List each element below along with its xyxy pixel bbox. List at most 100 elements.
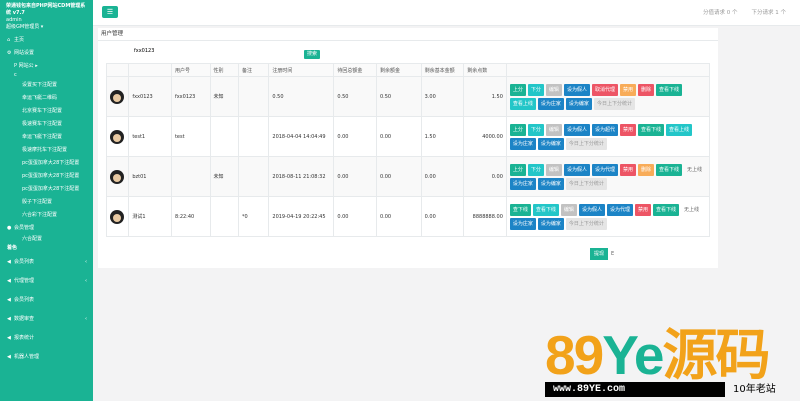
row-action-button[interactable]: 删除 <box>637 83 654 96</box>
sidebar-subitem[interactable]: 六合彩下注配置 <box>0 208 93 221</box>
row-action-button[interactable]: 设为假人 <box>563 123 590 136</box>
row-action-button[interactable]: 下分 <box>527 163 544 176</box>
row-action-button[interactable]: 今日上下分统计 <box>565 137 607 150</box>
cell-points: 0.00 <box>463 156 507 197</box>
row-action-button[interactable]: 下分 <box>527 123 544 136</box>
row-action-button[interactable]: 下分 <box>527 83 544 96</box>
sidebar-item-menu[interactable]: ◀ 机器人管理 <box>0 347 93 366</box>
row-action-button[interactable]: 今日上下分统计 <box>565 177 607 190</box>
pagination: 提现 E <box>590 248 614 260</box>
row-action-button[interactable]: 上分 <box>509 83 526 96</box>
row-action-button[interactable]: 设为庄家 <box>537 97 564 110</box>
row-action-button[interactable]: 查看下线 <box>656 83 683 96</box>
row-action-button[interactable]: 编辑 <box>560 203 577 216</box>
cell-register-time: 2018-04-04 14:04:49 <box>268 116 335 157</box>
row-action-button[interactable]: 查看下线 <box>532 203 559 216</box>
sidebar-subitem[interactable]: pc蛋蛋加拿大28下注配置 <box>0 156 93 169</box>
row-action-button[interactable]: 查下线 <box>509 203 531 216</box>
row-action-button[interactable]: 设为编家 <box>537 217 564 230</box>
row-action-button[interactable]: 今日上下分统计 <box>565 217 607 230</box>
cell-points: 8888888.00 <box>463 196 507 237</box>
sidebar-item-menu[interactable]: ◀ 报表统计 <box>0 328 93 347</box>
row-action-button[interactable]: 禁用 <box>619 83 636 96</box>
cell-name: fxx0123 <box>128 76 172 117</box>
sidebar-item-menu[interactable]: ◀ 代理管理 ‹ <box>0 271 93 290</box>
cell-base-amount: 1.50 <box>420 116 465 157</box>
sidebar-item-home[interactable]: ⌂ 主页 <box>0 33 93 46</box>
chevron-left-icon: ‹ <box>85 315 87 322</box>
cell-remaining-amount: 0.00 <box>375 116 422 157</box>
sidebar-item-menu[interactable]: ◀ 数据审查 ‹ <box>0 309 93 328</box>
row-action-button[interactable]: 查看下线 <box>656 163 683 176</box>
row-action-button[interactable]: 禁用 <box>619 123 636 136</box>
sidebar-subitem[interactable]: 幸运飞艇下注配置 <box>0 130 93 143</box>
row-action-button[interactable]: 设为代理 <box>606 203 633 216</box>
cell-points: 4000.00 <box>463 116 507 157</box>
row-action-button[interactable]: 设为假人 <box>578 203 605 216</box>
menu-toggle-button[interactable]: ☰ <box>102 6 118 18</box>
row-action-button[interactable]: 查看下线 <box>637 123 664 136</box>
sidebar-item-label: 数据审查 <box>14 316 35 322</box>
sidebar-header: 荣通钱包来自PHP网站CDM管理系统 v7.7 admin 超级GM管理员 ▾ <box>0 0 93 33</box>
sidebar-item-menu[interactable]: ◀ 会员列表 <box>0 290 93 309</box>
search-input[interactable] <box>128 46 298 56</box>
row-action-button[interactable]: 设为编家 <box>537 137 564 150</box>
row-action-button[interactable]: 设为超代 <box>591 123 618 136</box>
sidebar-subitem[interactable]: pc蛋蛋加拿大28下注配置 <box>0 182 93 195</box>
row-action-button[interactable]: 删除 <box>637 163 654 176</box>
sidebar-sub-member[interactable]: 六合配置 <box>0 234 93 243</box>
home-icon: ⌂ <box>7 36 11 43</box>
action-buttons: 查下线 查看下线 编辑 设为假人 设为代理 禁用 查看下线 无上线 设为庄家 设为编家 今日上下分统… <box>509 202 706 232</box>
sidebar-item-dot[interactable]: 着色 <box>0 243 93 252</box>
row-action-button[interactable]: 查看下线 <box>652 203 679 216</box>
sidebar-item-label: 会员列表 <box>14 259 35 265</box>
sidebar-subitem[interactable]: 幸运飞艇二维码 <box>0 91 93 104</box>
row-action-button[interactable]: 查看上线 <box>509 97 536 110</box>
row-action-button[interactable]: 编辑 <box>545 163 562 176</box>
cell-base-amount: 0.00 <box>420 196 465 237</box>
sidebar-subitem[interactable]: 极速赛车下注配置 <box>0 117 93 130</box>
watermark-cn: 源码 <box>662 324 770 386</box>
sidebar-item-menu[interactable]: ◀ 会员列表 ‹ <box>0 252 93 271</box>
row-action-button[interactable]: 上分 <box>509 163 526 176</box>
row-action-button[interactable]: 禁用 <box>619 163 636 176</box>
row-action-button[interactable]: 今日上下分统计 <box>593 97 635 110</box>
deposit-request-link[interactable]: 分值请求 0 个 <box>703 8 738 16</box>
row-action-button[interactable]: 设为庄家 <box>509 177 536 190</box>
sidebar-item-site-settings[interactable]: ⚙ 网站设置 <box>0 46 93 59</box>
sidebar-subitem[interactable]: 北京赛车下注配置 <box>0 104 93 117</box>
page-current-button[interactable]: 提现 <box>590 248 609 260</box>
sidebar-subitem[interactable]: 设置买下注配置 <box>0 78 93 91</box>
cell-remaining-amount: 0.50 <box>375 76 422 117</box>
row-action-button[interactable]: 查看上线 <box>666 123 693 136</box>
row-action-button[interactable]: 设为编家 <box>537 177 564 190</box>
table-header-cell: 剩余额金 <box>375 63 422 77</box>
sidebar-subitem[interactable]: 骰子下注配置 <box>0 195 93 208</box>
table-header-cell <box>105 63 130 77</box>
user-role[interactable]: 超级GM管理员 ▾ <box>6 24 89 31</box>
sidebar-subitem[interactable]: 极速摩托车下注配置 <box>0 143 93 156</box>
avatar <box>110 209 124 224</box>
row-action-button[interactable]: 取消代理 <box>591 83 618 96</box>
row-action-button[interactable]: 上分 <box>509 123 526 136</box>
sidebar-subitem[interactable]: pc蛋蛋加拿大28下注配置 <box>0 169 93 182</box>
page-next-link[interactable]: E <box>611 251 614 257</box>
row-action-button[interactable]: 编辑 <box>545 83 562 96</box>
withdraw-request-link[interactable]: 下分请求 1 个 <box>752 8 787 16</box>
search-button[interactable]: 搜索 <box>304 50 320 59</box>
row-action-button[interactable]: 设为庄家 <box>509 217 536 230</box>
row-action-button[interactable]: 设为假人 <box>563 163 590 176</box>
search-row <box>128 46 298 56</box>
row-action-button[interactable]: 禁用 <box>634 203 651 216</box>
sidebar-item-member-mgmt[interactable]: ● 会员管理 <box>0 221 93 234</box>
cell-gender: 未知 <box>209 76 239 117</box>
cell-pending-amount: 0.00 <box>333 116 377 157</box>
row-action-button[interactable]: 设为编家 <box>565 97 592 110</box>
chevron-left-icon: ‹ <box>85 258 87 265</box>
row-action-button[interactable]: 编辑 <box>545 123 562 136</box>
row-action-button[interactable]: 设为假人 <box>563 83 590 96</box>
row-action-button[interactable]: 设为庄家 <box>509 137 536 150</box>
watermark-url: www.89YE.com <box>545 382 725 397</box>
row-action-button[interactable]: 设为代理 <box>591 163 618 176</box>
sidebar-sub-lottery[interactable]: P 网站公 ▸ <box>0 59 93 72</box>
